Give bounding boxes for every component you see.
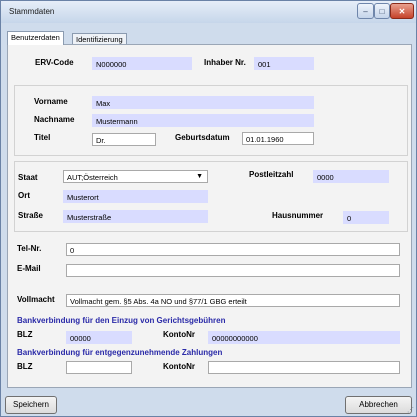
window-title: Stammdaten [9,7,55,16]
bank-einzug-konto-label: KontoNr [163,330,195,339]
tel-nr-label: Tel-Nr. [17,244,42,253]
close-icon: ✕ [398,6,406,16]
resize-grip-icon[interactable]: ⋰ [407,406,414,414]
bank-zahlungen-heading: Bankverbindung für entgegenzunehmende Za… [17,348,223,357]
vorname-label: Vorname [34,97,68,106]
tab-benutzerdaten[interactable]: Benutzerdaten [7,31,64,45]
nachname-field[interactable]: Mustermann [92,114,314,127]
inhaber-nr-field[interactable]: 001 [254,57,314,70]
cancel-button[interactable]: Abbrechen [345,396,412,414]
geburtsdatum-label: Geburtsdatum [175,133,230,142]
postleitzahl-label: Postleitzahl [249,170,294,179]
vollmacht-label: Vollmacht [17,295,55,304]
email-label: E-Mail [17,264,41,273]
maximize-icon: □ [379,6,385,16]
bank-zahlungen-blz-field[interactable] [66,361,132,374]
bank-einzug-heading: Bankverbindung für den Einzug von Gerich… [17,316,226,325]
bank-zahlungen-konto-label: KontoNr [163,362,195,371]
titel-field[interactable]: Dr. [92,133,156,146]
ort-field[interactable]: Musterort [63,190,208,203]
ort-label: Ort [18,191,30,200]
staat-selected-value: AUT;Österreich [67,173,118,182]
postleitzahl-field[interactable]: 0000 [313,170,389,183]
strasse-field[interactable]: Musterstraße [63,210,208,223]
erv-code-label: ERV-Code [35,58,74,67]
bank-einzug-blz-field[interactable]: 00000 [66,331,132,344]
tel-nr-field[interactable]: 0 [66,243,400,256]
erv-code-field[interactable]: N000000 [92,57,192,70]
minimize-button[interactable]: – [357,3,374,19]
tab-panel: ERV-Code N000000 Inhaber Nr. 001 Vorname… [7,44,412,388]
staat-dropdown[interactable]: AUT;Österreich ▼ [63,170,208,183]
vollmacht-field[interactable]: Vollmacht gem. §5 Abs. 4a NO und §77/1 G… [66,294,400,307]
hausnummer-label: Hausnummer [272,211,324,220]
save-button[interactable]: Speichern [5,396,57,414]
stammdaten-window: Stammdaten – □ ✕ Benutzerdaten Identifiz… [0,0,417,417]
hausnummer-field[interactable]: 0 [343,211,389,224]
inhaber-nr-label: Inhaber Nr. [204,58,246,67]
strasse-label: Straße [18,211,43,220]
titel-label: Titel [34,133,51,142]
email-field[interactable] [66,264,400,277]
geburtsdatum-field[interactable]: 01.01.1960 [242,132,314,145]
close-button[interactable]: ✕ [390,3,414,19]
bank-einzug-konto-field[interactable]: 00000000000 [208,331,400,344]
vorname-field[interactable]: Max [92,96,314,109]
bank-einzug-blz-label: BLZ [17,330,33,339]
maximize-button[interactable]: □ [374,3,390,19]
title-bar[interactable]: Stammdaten – □ ✕ [1,1,416,23]
chevron-down-icon: ▼ [196,173,203,180]
bank-zahlungen-blz-label: BLZ [17,362,33,371]
bank-zahlungen-konto-field[interactable] [208,361,400,374]
nachname-label: Nachname [34,115,75,124]
staat-label: Staat [18,173,38,182]
minimize-icon: – [363,6,368,16]
